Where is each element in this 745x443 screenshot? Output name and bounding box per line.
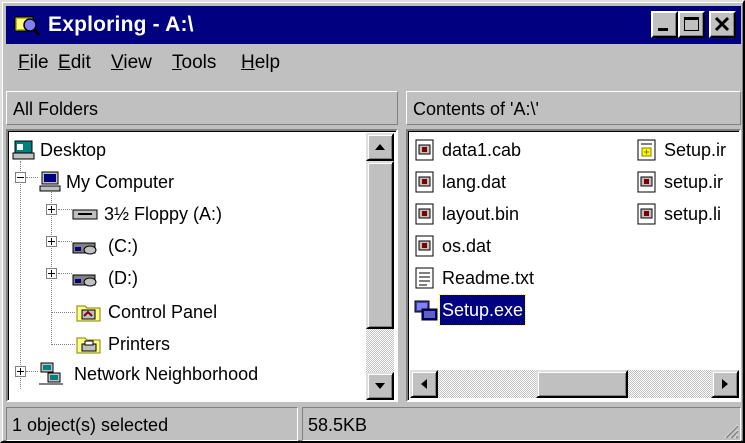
tree-line (26, 177, 38, 179)
close-button[interactable] (709, 11, 736, 38)
explorer-window: Exploring - A:\ File Edit View Tools Hel… (0, 0, 745, 443)
tree-item-my-computer[interactable]: My Computer (38, 167, 338, 197)
minimize-icon (658, 28, 668, 31)
scroll-down-button[interactable] (366, 372, 394, 400)
explorer-icon (14, 16, 40, 36)
file-icon (637, 203, 656, 225)
file-lang-dat[interactable]: lang.dat (414, 167, 614, 197)
arrow-right-icon (722, 379, 728, 389)
file-setup-exe[interactable]: Setup.exe (414, 294, 614, 326)
tree-line (20, 161, 22, 389)
scroll-track[interactable] (628, 370, 711, 398)
hard-drive-icon (72, 242, 97, 255)
tree-item-desktop[interactable]: Desktop (12, 135, 312, 165)
status-size: 58.5KB (302, 407, 741, 441)
scroll-up-button[interactable] (366, 133, 394, 161)
file-readme-txt[interactable]: Readme.txt (414, 263, 614, 293)
text-file-icon (415, 267, 434, 289)
setup-exe-icon (414, 300, 438, 321)
file-setup-ins[interactable]: setup.ir (636, 167, 739, 197)
contents-pane[interactable]: data1.cab lang.dat layout.bin os.dat Rea… (406, 129, 741, 402)
scroll-left-button[interactable] (410, 370, 438, 398)
expand-c-drive[interactable] (46, 236, 57, 247)
tree-line (58, 209, 72, 211)
menu-tools[interactable]: Tools (172, 46, 216, 80)
menu-edit[interactable]: Edit (58, 46, 91, 80)
tree-item-floppy[interactable]: 3½ Floppy (A:) (72, 199, 372, 229)
file-layout-bin[interactable]: layout.bin (414, 199, 614, 229)
tree-item-c-drive[interactable]: (C:) (72, 231, 372, 261)
contents-header: Contents of 'A:\' (406, 91, 741, 125)
close-icon (714, 16, 730, 32)
menu-file[interactable]: File (18, 46, 49, 80)
desktop-icon (12, 140, 35, 160)
settings-file-icon (637, 139, 656, 161)
minimize-button[interactable] (651, 11, 678, 38)
plus-icon (48, 206, 55, 213)
tree-line (51, 312, 75, 314)
tree-line (51, 344, 75, 346)
printers-icon (76, 337, 101, 354)
window-title: Exploring - A:\ (48, 13, 194, 36)
arrow-down-icon (375, 383, 385, 389)
expand-floppy[interactable] (46, 204, 57, 215)
scroll-thumb[interactable] (366, 161, 394, 329)
file-icon (415, 171, 434, 193)
expand-network[interactable] (15, 366, 26, 377)
file-icon (415, 235, 434, 257)
plus-icon (48, 238, 55, 245)
arrow-up-icon (375, 144, 385, 150)
tree-line (26, 371, 38, 373)
menu-help[interactable]: Help (241, 46, 280, 80)
hard-drive-icon (72, 274, 97, 287)
folder-tree-pane[interactable]: Desktop My Computer 3½ Floppy (A:) (C:) … (6, 129, 398, 402)
file-icon (637, 171, 656, 193)
all-folders-header: All Folders (6, 91, 398, 125)
status-selection: 1 object(s) selected (6, 407, 298, 441)
arrow-left-icon (421, 379, 427, 389)
maximize-button[interactable] (678, 11, 705, 38)
tree-line (58, 273, 72, 275)
control-panel-icon (76, 305, 101, 322)
horizontal-scroll-thumb[interactable] (536, 370, 628, 398)
floppy-drive-icon (72, 209, 98, 220)
computer-icon (39, 171, 61, 192)
plus-icon (48, 270, 55, 277)
file-data1-cab[interactable]: data1.cab (414, 135, 614, 165)
scroll-track[interactable] (438, 370, 536, 398)
file-os-dat[interactable]: os.dat (414, 231, 614, 261)
title-bar[interactable]: Exploring - A:\ (6, 6, 741, 44)
file-setup-ini[interactable]: Setup.ir (636, 135, 739, 165)
collapse-my-computer[interactable] (15, 172, 26, 183)
scroll-track[interactable] (366, 329, 394, 372)
menu-bar: File Edit View Tools Help (6, 46, 741, 80)
file-icon (415, 139, 434, 161)
tree-line (58, 241, 72, 243)
tree-vertical-scrollbar[interactable] (366, 133, 394, 400)
contents-horizontal-scrollbar[interactable] (410, 370, 739, 398)
menu-view[interactable]: View (111, 46, 152, 80)
tree-item-printers[interactable]: Printers (76, 329, 376, 359)
maximize-icon (684, 17, 699, 31)
network-icon (39, 362, 63, 385)
tree-item-network[interactable]: Network Neighborhood (38, 359, 358, 389)
file-setup-lid[interactable]: setup.li (636, 199, 739, 229)
tree-item-control-panel[interactable]: Control Panel (76, 297, 376, 327)
minus-icon (17, 177, 24, 178)
scroll-right-button[interactable] (711, 370, 739, 398)
resize-grip-icon[interactable] (721, 421, 739, 439)
plus-icon (17, 368, 24, 375)
file-icon (415, 203, 434, 225)
tree-item-d-drive[interactable]: (D:) (72, 263, 372, 293)
expand-d-drive[interactable] (46, 268, 57, 279)
